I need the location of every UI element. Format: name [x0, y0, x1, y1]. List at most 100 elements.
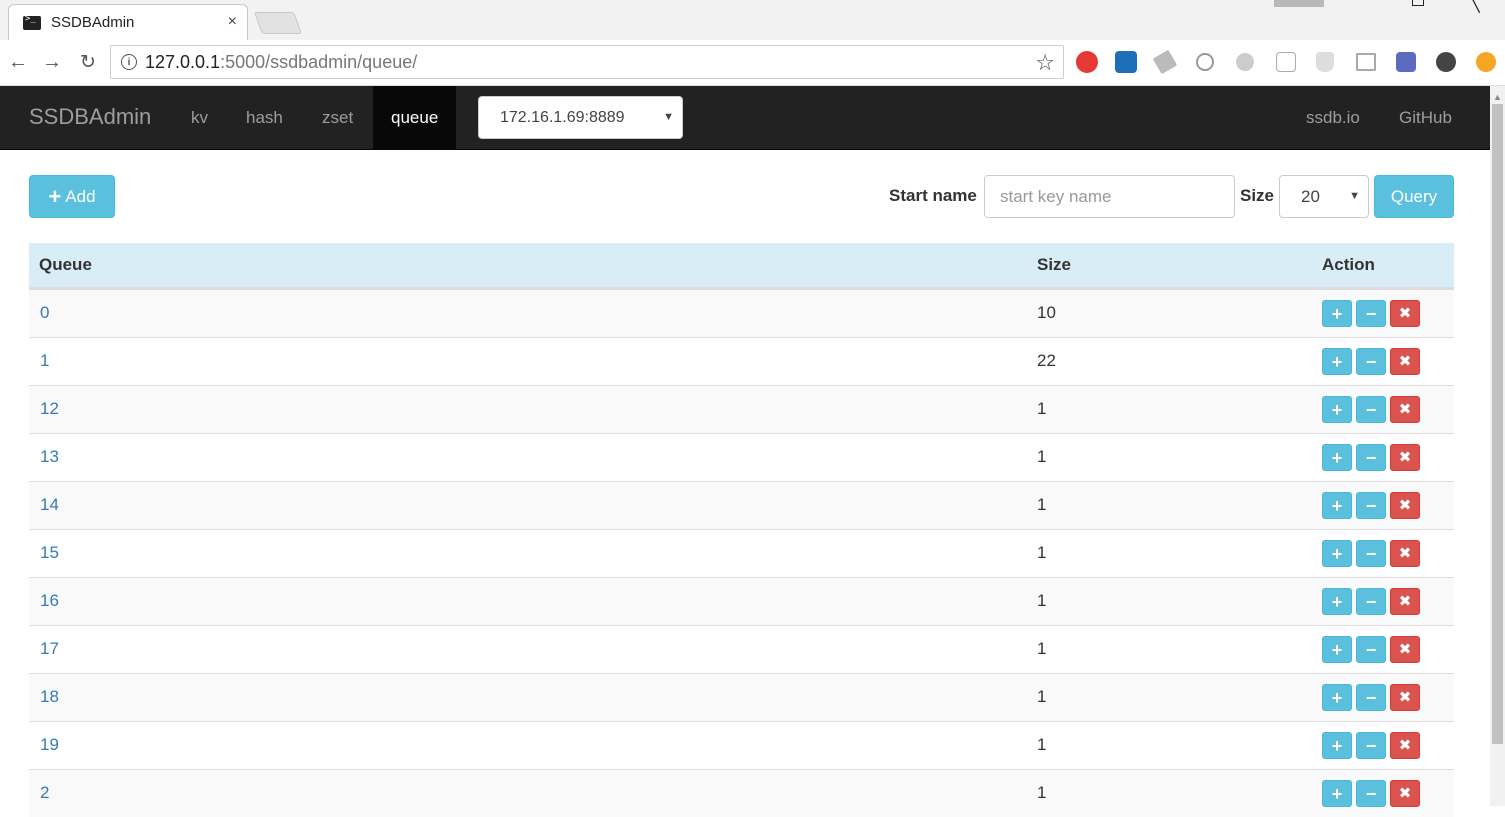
address-bar[interactable]: i 127.0.0.1 :5000/ssdbadmin/queue/ ☆ — [110, 45, 1064, 79]
nav-github[interactable]: GitHub — [1381, 86, 1470, 149]
layout-extension-icon[interactable] — [1356, 53, 1376, 71]
delete-button[interactable]: ✖ — [1390, 348, 1420, 375]
push-button[interactable]: + — [1322, 684, 1352, 711]
push-button[interactable]: + — [1322, 396, 1352, 423]
back-icon[interactable]: ← — [6, 50, 30, 74]
pop-button[interactable]: − — [1356, 348, 1386, 375]
globe-extension-icon[interactable] — [1436, 52, 1456, 72]
page-scrollbar[interactable]: ▲ — [1490, 86, 1505, 806]
queue-name-link[interactable]: 2 — [40, 770, 49, 816]
info-icon[interactable]: i — [121, 54, 137, 70]
delete-button[interactable]: ✖ — [1390, 732, 1420, 759]
browser-tab[interactable]: SSDBAdmin × — [8, 4, 248, 40]
minus-icon: − — [1365, 783, 1377, 804]
push-button[interactable]: + — [1322, 492, 1352, 519]
translate-extension-icon[interactable] — [1276, 52, 1296, 72]
pop-button[interactable]: − — [1356, 300, 1386, 327]
push-button[interactable]: + — [1322, 780, 1352, 807]
delete-button[interactable]: ✖ — [1390, 300, 1420, 327]
queue-name-link[interactable]: 18 — [40, 674, 59, 720]
s-extension-icon[interactable] — [1115, 51, 1137, 73]
scroll-thumb[interactable] — [1492, 104, 1503, 744]
remove-icon: ✖ — [1398, 401, 1412, 418]
queue-name-link[interactable]: 12 — [40, 386, 59, 432]
caret-down-icon: ▼ — [663, 111, 674, 123]
queue-name-link[interactable]: 15 — [40, 530, 59, 576]
start-name-input[interactable] — [984, 175, 1235, 218]
nav-ssdb-io[interactable]: ssdb.io — [1288, 86, 1378, 149]
delete-button[interactable]: ✖ — [1390, 636, 1420, 663]
pop-button[interactable]: − — [1356, 588, 1386, 615]
queue-name-link[interactable]: 14 — [40, 482, 59, 528]
queue-name-link[interactable]: 16 — [40, 578, 59, 624]
row-actions: + − ✖ — [1322, 300, 1420, 327]
pop-button[interactable]: − — [1356, 396, 1386, 423]
delete-button[interactable]: ✖ — [1390, 444, 1420, 471]
minus-icon: − — [1365, 591, 1377, 612]
window-close-icon[interactable]: ╲ — [1470, 0, 1480, 14]
r-extension-icon[interactable] — [1396, 52, 1416, 72]
table-row: 17 1 + − ✖ — [29, 625, 1454, 673]
delete-button[interactable]: ✖ — [1390, 684, 1420, 711]
forward-icon[interactable]: → — [40, 50, 64, 74]
pop-button[interactable]: − — [1356, 732, 1386, 759]
nav-kv[interactable]: kv — [173, 86, 226, 149]
push-button[interactable]: + — [1322, 732, 1352, 759]
nav-queue[interactable]: queue — [373, 86, 457, 149]
queue-name-link[interactable]: 0 — [40, 290, 49, 336]
push-button[interactable]: + — [1322, 588, 1352, 615]
queue-name-link[interactable]: 17 — [40, 626, 59, 672]
delete-button[interactable]: ✖ — [1390, 396, 1420, 423]
ghost-extension-icon[interactable] — [1236, 53, 1254, 71]
adblock-extension-icon[interactable] — [1076, 51, 1098, 73]
delete-button[interactable]: ✖ — [1390, 588, 1420, 615]
shield-extension-icon[interactable] — [1316, 52, 1334, 72]
nav-zset[interactable]: zset — [304, 86, 371, 149]
queue-size: 1 — [1037, 591, 1047, 610]
remove-icon: ✖ — [1398, 689, 1412, 706]
server-select[interactable]: 172.16.1.69:8889 ▼ — [478, 96, 683, 139]
maximize-icon[interactable] — [1412, 0, 1424, 6]
table-header: Queue Size Action — [29, 243, 1454, 289]
queue-size: 10 — [1037, 303, 1056, 322]
remove-icon: ✖ — [1398, 305, 1412, 322]
nav-hash[interactable]: hash — [228, 86, 301, 149]
size-select[interactable]: 20 ▼ — [1279, 175, 1369, 218]
pop-button[interactable]: − — [1356, 684, 1386, 711]
pop-button[interactable]: − — [1356, 636, 1386, 663]
query-button[interactable]: Query — [1374, 175, 1454, 218]
table-row: 12 1 + − ✖ — [29, 385, 1454, 433]
push-button[interactable]: + — [1322, 348, 1352, 375]
new-tab-button[interactable] — [253, 12, 303, 34]
cursor-extension-icon[interactable] — [1152, 49, 1178, 75]
caret-down-icon: ▼ — [1349, 190, 1360, 202]
remove-icon: ✖ — [1398, 641, 1412, 658]
push-button[interactable]: + — [1322, 444, 1352, 471]
delete-button[interactable]: ✖ — [1390, 540, 1420, 567]
push-button[interactable]: + — [1322, 300, 1352, 327]
push-button[interactable]: + — [1322, 636, 1352, 663]
alert-extension-icon[interactable] — [1476, 52, 1496, 72]
pop-button[interactable]: − — [1356, 444, 1386, 471]
add-button[interactable]: + Add — [29, 175, 115, 218]
delete-button[interactable]: ✖ — [1390, 780, 1420, 807]
plus-icon: + — [1331, 543, 1343, 564]
table-body: 0 10 + − ✖ 1 22 + − ✖ 12 1 + − ✖ 13 1 + − ✖ 14 1 + − ✖ 15 1 + − ✖ 16 1 +… — [29, 289, 1454, 817]
queue-name-link[interactable]: 19 — [40, 722, 59, 768]
queue-name-link[interactable]: 13 — [40, 434, 59, 480]
pop-button[interactable]: − — [1356, 540, 1386, 567]
minus-extension-icon[interactable] — [1196, 53, 1214, 71]
remove-icon: ✖ — [1398, 545, 1412, 562]
pop-button[interactable]: − — [1356, 780, 1386, 807]
close-icon[interactable]: × — [228, 13, 237, 31]
delete-button[interactable]: ✖ — [1390, 492, 1420, 519]
reload-icon[interactable]: ↻ — [76, 50, 100, 74]
minimize-icon[interactable] — [1274, 0, 1324, 7]
brand-logo[interactable]: SSDBAdmin — [29, 104, 151, 130]
bookmark-star-icon[interactable]: ☆ — [1035, 50, 1055, 76]
table-row: 16 1 + − ✖ — [29, 577, 1454, 625]
pop-button[interactable]: − — [1356, 492, 1386, 519]
scroll-up-icon[interactable]: ▲ — [1493, 92, 1502, 102]
queue-name-link[interactable]: 1 — [40, 338, 49, 384]
push-button[interactable]: + — [1322, 540, 1352, 567]
